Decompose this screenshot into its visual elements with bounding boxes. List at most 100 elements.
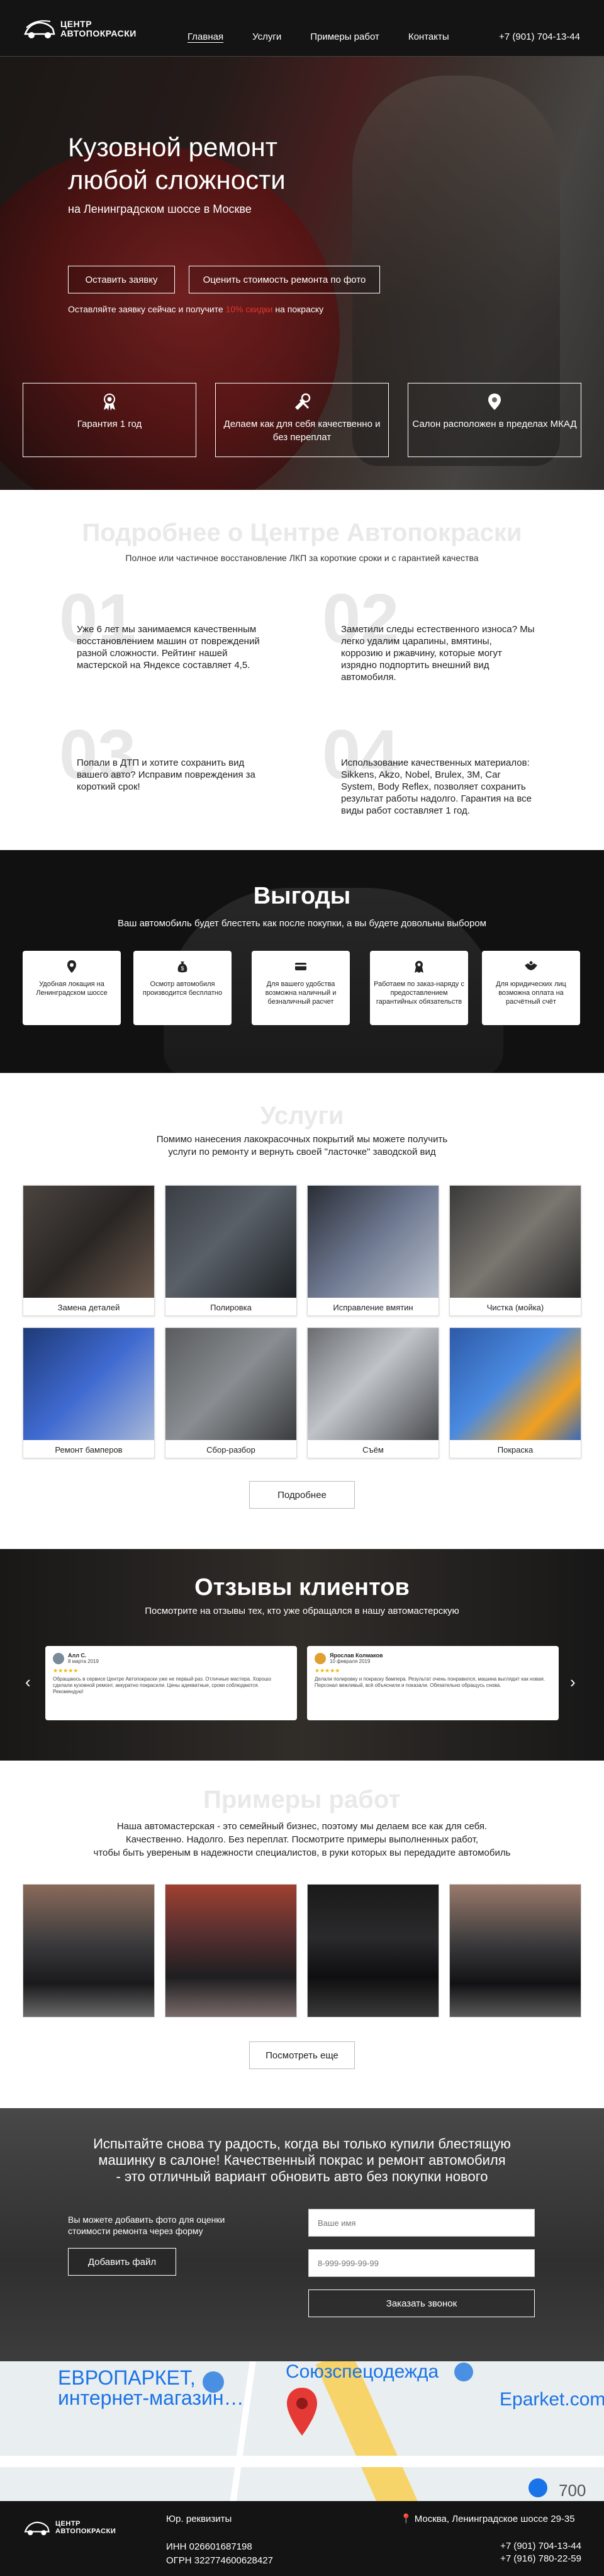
handshake-icon xyxy=(524,960,538,973)
feature-location: Салон расположен в пределах МКАД xyxy=(408,383,581,457)
about-section: Подробнее о Центре Автопокраски Полное и… xyxy=(0,490,604,850)
map-label: Eparket.com xyxy=(500,2389,604,2410)
benefit-card: Удобная локация на Ленинградском шоссе xyxy=(23,951,121,1025)
card-icon xyxy=(294,960,308,973)
request-call-button[interactable]: Заказать звонок xyxy=(308,2289,535,2317)
review-text: Обращаюсь в сервисе Центре Автопокраски … xyxy=(53,1676,271,1694)
map[interactable]: ЕВРОПАРКЕТ, интернет-магазин… Союзспецоде… xyxy=(0,2361,604,2501)
reviews-section: Отзывы клиентов Посмотрите на отзывы тех… xyxy=(0,1549,604,1761)
tools-icon xyxy=(293,392,311,411)
work-photo[interactable] xyxy=(449,1884,581,2017)
estimate-button[interactable]: Оценить стоимость ремонта по фото xyxy=(189,266,380,293)
add-file-button[interactable]: Добавить файл xyxy=(68,2248,176,2276)
logo-line1: ЦЕНТР xyxy=(60,19,92,29)
footer-phone-2[interactable]: +7 (916) 780-22-59 xyxy=(500,2553,581,2565)
service-label: Чистка (мойка) xyxy=(486,1302,544,1312)
request-button[interactable]: Оставить заявку xyxy=(68,266,175,293)
reviews-lead: Посмотрите на отзывы тех, кто уже обраща… xyxy=(145,1606,459,1616)
work-photo[interactable] xyxy=(23,1884,155,2017)
bus-stop-icon xyxy=(528,2478,547,2497)
benefit-card: Работаем по заказ-наряду с предоставлени… xyxy=(370,951,468,1025)
about-item-text: Уже 6 лет мы занимаемся качественным вос… xyxy=(77,624,260,671)
service-card[interactable]: Покраска xyxy=(449,1327,581,1458)
hero-subtitle: на Ленинградском шоссе в Москве xyxy=(68,203,252,215)
map-poi-icon xyxy=(203,2371,224,2393)
header-phone[interactable]: +7 (901) 704-13-44 xyxy=(499,31,580,42)
service-card[interactable]: Ремонт бамперов xyxy=(23,1327,155,1458)
service-image xyxy=(165,1328,296,1440)
service-label: Съём xyxy=(362,1444,384,1455)
service-label: Покраска xyxy=(497,1444,534,1455)
service-image xyxy=(23,1328,154,1440)
service-card[interactable]: Чистка (мойка) xyxy=(449,1185,581,1316)
reviews-title: Отзывы клиентов xyxy=(194,1574,410,1601)
service-image xyxy=(450,1186,581,1298)
cta-title: Испытайте снова ту радость, когда вы тол… xyxy=(93,2136,511,2184)
footer-logo[interactable]: ЦЕНТР АВТОПОКРАСКИ xyxy=(23,2516,116,2539)
services-section: Услуги Помимо нанесения лакокрасочных по… xyxy=(0,1073,604,1549)
services-more-button[interactable]: Подробнее xyxy=(249,1481,355,1509)
nav-contacts[interactable]: Контакты xyxy=(408,31,449,42)
feature-quality: Делаем как для себя качественно и без пе… xyxy=(215,383,389,457)
service-image xyxy=(308,1186,439,1298)
service-card[interactable]: Замена деталей xyxy=(23,1185,155,1316)
prev-arrow-icon[interactable]: ‹ xyxy=(25,1672,31,1692)
service-label: Исправление вмятин xyxy=(333,1302,413,1312)
benefit-card: Для юридических лиц возможна оплата на р… xyxy=(482,951,580,1025)
location-pin-icon: 📍 xyxy=(400,2514,412,2524)
about-item-text: Попали в ДТП и хотите сохранить вид ваше… xyxy=(77,757,255,792)
benefit-text: Для юридических лиц возможна оплата на р… xyxy=(496,980,566,1006)
service-card[interactable]: Съём xyxy=(307,1327,439,1458)
service-label: Полировка xyxy=(210,1302,252,1312)
review-date: 8 марта 2019 xyxy=(68,1659,99,1664)
review-author: Ярослав Колмаков xyxy=(330,1652,383,1659)
benefit-text: Работаем по заказ-наряду с предоставлени… xyxy=(374,980,464,1006)
star-rating-icon: ★★★★★ xyxy=(53,1667,79,1674)
cta-photo-note: Вы можете добавить фото для оценки стоим… xyxy=(68,2215,225,2236)
name-input[interactable] xyxy=(308,2209,535,2237)
footer-address: 📍 Москва, Ленинградское шоссе 29-35 xyxy=(400,2512,575,2526)
service-card[interactable]: Полировка xyxy=(165,1185,297,1316)
works-lead: Наша автомастерская - это семейный бизне… xyxy=(93,1821,511,1858)
service-image xyxy=(308,1328,439,1440)
feature-warranty: Гарантия 1 год xyxy=(23,383,196,457)
map-poi-icon xyxy=(454,2363,473,2381)
star-rating-icon: ★★★★★ xyxy=(315,1667,340,1674)
service-card[interactable]: Сбор-разбор xyxy=(165,1327,297,1458)
work-photo[interactable] xyxy=(165,1884,297,2017)
service-label: Замена деталей xyxy=(57,1302,120,1312)
nav-services[interactable]: Услуги xyxy=(252,31,281,42)
footer-phone-1[interactable]: +7 (901) 704-13-44 xyxy=(500,2540,581,2553)
nav-works[interactable]: Примеры работ xyxy=(310,31,379,42)
hero: Кузовной ремонт любой сложности на Ленин… xyxy=(0,57,604,490)
services-lead: Помимо нанесения лакокрасочных покрытий … xyxy=(156,1134,448,1157)
requisites-link[interactable]: Юр. реквизиты xyxy=(166,2512,273,2526)
services-title: Услуги xyxy=(260,1102,344,1130)
service-image xyxy=(450,1328,581,1440)
phone-input[interactable] xyxy=(308,2249,535,2277)
benefit-text: Для вашего удобства возможна наличный и … xyxy=(265,980,337,1006)
next-arrow-icon[interactable]: › xyxy=(570,1672,576,1692)
award-icon xyxy=(100,392,119,411)
feature-text: Делаем как для себя качественно и без пе… xyxy=(223,419,381,443)
about-item-text: Заметили следы естественного износа? Мы … xyxy=(341,624,535,683)
discount-note: Оставляйте заявку сейчас и получите 10% … xyxy=(68,304,324,314)
location-pin-icon xyxy=(65,960,79,973)
logo[interactable]: ЦЕНТР АВТОПОКРАСКИ xyxy=(23,15,137,43)
feature-text: Гарантия 1 год xyxy=(77,419,142,429)
svg-text:$: $ xyxy=(181,965,184,972)
benefit-card: $ Осмотр автомобиля производится бесплат… xyxy=(133,951,232,1025)
about-title: Подробнее о Центре Автопокраски xyxy=(82,519,522,547)
work-photo[interactable] xyxy=(307,1884,439,2017)
review-author: Алл С. xyxy=(68,1652,87,1659)
works-more-button[interactable]: Посмотреть еще xyxy=(249,2041,355,2069)
award-icon xyxy=(412,960,426,973)
review-card: Ярослав Колмаков 10 февраля 2019 ★★★★★ Де… xyxy=(307,1646,559,1720)
about-lead: Полное или частичное восстановление ЛКП … xyxy=(125,553,479,563)
cta-section: Испытайте снова ту радость, когда вы тол… xyxy=(0,2108,604,2361)
service-card[interactable]: Исправление вмятин xyxy=(307,1185,439,1316)
benefits-lead: Ваш автомобиль будет блестеть как после … xyxy=(118,918,486,929)
review-card: Алл С. 8 марта 2019 ★★★★★ Обращаюсь в сер… xyxy=(45,1646,297,1720)
car-logo-icon xyxy=(23,15,55,43)
nav-home[interactable]: Главная xyxy=(187,31,223,42)
